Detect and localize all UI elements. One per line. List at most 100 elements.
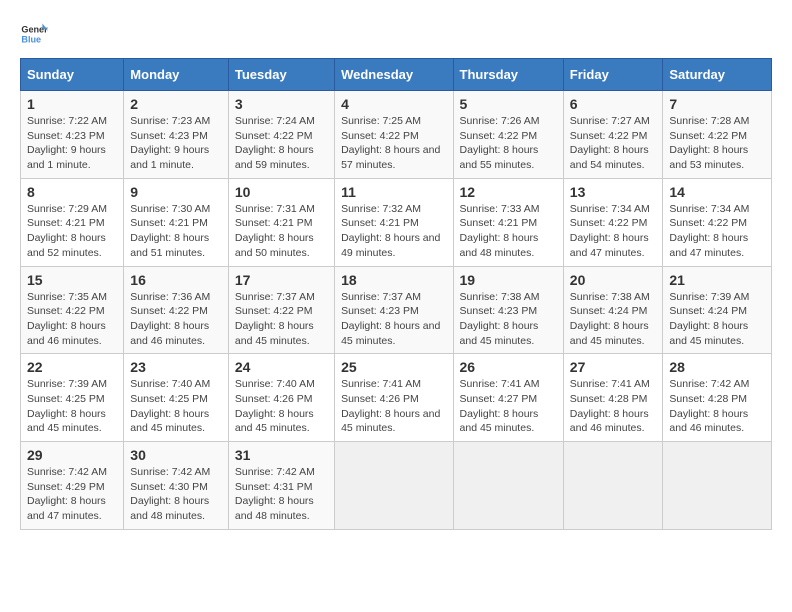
calendar-cell: 25Sunrise: 7:41 AMSunset: 4:26 PMDayligh… <box>335 354 453 442</box>
svg-text:Blue: Blue <box>21 34 41 44</box>
day-number: 28 <box>669 359 765 375</box>
day-number: 15 <box>27 272 117 288</box>
calendar-cell <box>335 442 453 530</box>
day-number: 21 <box>669 272 765 288</box>
day-info: Sunrise: 7:42 AMSunset: 4:28 PMDaylight:… <box>669 377 765 436</box>
calendar-row: 29 Sunrise: 7:42 AMSunset: 4:29 PMDayligh… <box>21 442 772 530</box>
calendar-cell: 11 Sunrise: 7:32 AMSunset: 4:21 PMDayligh… <box>335 178 453 266</box>
calendar-cell: 17 Sunrise: 7:37 AMSunset: 4:22 PMDayligh… <box>228 266 334 354</box>
day-number: 2 <box>130 96 222 112</box>
day-number: 19 <box>460 272 557 288</box>
day-info: Sunrise: 7:25 AMSunset: 4:22 PMDaylight:… <box>341 114 446 173</box>
day-info: Sunrise: 7:24 AMSunset: 4:22 PMDaylight:… <box>235 114 328 173</box>
calendar-cell: 29 Sunrise: 7:42 AMSunset: 4:29 PMDayligh… <box>21 442 124 530</box>
day-number: 9 <box>130 184 222 200</box>
day-info: Sunrise: 7:33 AMSunset: 4:21 PMDaylight:… <box>460 202 557 261</box>
header-saturday: Saturday <box>663 59 772 91</box>
calendar-cell: 19 Sunrise: 7:38 AMSunset: 4:23 PMDayligh… <box>453 266 563 354</box>
calendar-cell: 5Sunrise: 7:26 AMSunset: 4:22 PMDaylight… <box>453 91 563 179</box>
calendar-cell: 20 Sunrise: 7:38 AMSunset: 4:24 PMDayligh… <box>563 266 663 354</box>
day-number: 17 <box>235 272 328 288</box>
calendar-cell: 12 Sunrise: 7:33 AMSunset: 4:21 PMDayligh… <box>453 178 563 266</box>
day-number: 12 <box>460 184 557 200</box>
day-info: Sunrise: 7:26 AMSunset: 4:22 PMDaylight:… <box>460 114 557 173</box>
calendar-cell <box>563 442 663 530</box>
calendar-header-row: SundayMondayTuesdayWednesdayThursdayFrid… <box>21 59 772 91</box>
logo: General Blue <box>20 20 48 48</box>
calendar-row: 22 Sunrise: 7:39 AMSunset: 4:25 PMDayligh… <box>21 354 772 442</box>
day-info: Sunrise: 7:42 AMSunset: 4:30 PMDaylight:… <box>130 465 222 524</box>
calendar-cell: 9Sunrise: 7:30 AMSunset: 4:21 PMDaylight… <box>124 178 229 266</box>
calendar-cell: 24 Sunrise: 7:40 AMSunset: 4:26 PMDayligh… <box>228 354 334 442</box>
day-number: 23 <box>130 359 222 375</box>
day-info: Sunrise: 7:27 AMSunset: 4:22 PMDaylight:… <box>570 114 657 173</box>
day-number: 8 <box>27 184 117 200</box>
day-number: 7 <box>669 96 765 112</box>
calendar-cell: 30 Sunrise: 7:42 AMSunset: 4:30 PMDayligh… <box>124 442 229 530</box>
calendar-cell: 3Sunrise: 7:24 AMSunset: 4:22 PMDaylight… <box>228 91 334 179</box>
calendar-cell: 7 Sunrise: 7:28 AMSunset: 4:22 PMDaylight… <box>663 91 772 179</box>
calendar-cell: 8 Sunrise: 7:29 AMSunset: 4:21 PMDaylight… <box>21 178 124 266</box>
day-info: Sunrise: 7:38 AMSunset: 4:23 PMDaylight:… <box>460 290 557 349</box>
day-info: Sunrise: 7:40 AMSunset: 4:26 PMDaylight:… <box>235 377 328 436</box>
header-wednesday: Wednesday <box>335 59 453 91</box>
day-info: Sunrise: 7:42 AMSunset: 4:29 PMDaylight:… <box>27 465 117 524</box>
day-info: Sunrise: 7:34 AMSunset: 4:22 PMDaylight:… <box>570 202 657 261</box>
day-info: Sunrise: 7:35 AMSunset: 4:22 PMDaylight:… <box>27 290 117 349</box>
logo-icon: General Blue <box>20 20 48 48</box>
calendar-row: 1Sunrise: 7:22 AMSunset: 4:23 PMDaylight… <box>21 91 772 179</box>
day-info: Sunrise: 7:42 AMSunset: 4:31 PMDaylight:… <box>235 465 328 524</box>
day-number: 16 <box>130 272 222 288</box>
calendar-table: SundayMondayTuesdayWednesdayThursdayFrid… <box>20 58 772 530</box>
calendar-cell: 18Sunrise: 7:37 AMSunset: 4:23 PMDayligh… <box>335 266 453 354</box>
calendar-cell: 15 Sunrise: 7:35 AMSunset: 4:22 PMDayligh… <box>21 266 124 354</box>
day-info: Sunrise: 7:23 AMSunset: 4:23 PMDaylight:… <box>130 114 222 173</box>
calendar-cell: 6Sunrise: 7:27 AMSunset: 4:22 PMDaylight… <box>563 91 663 179</box>
day-number: 24 <box>235 359 328 375</box>
calendar-cell: 10Sunrise: 7:31 AMSunset: 4:21 PMDayligh… <box>228 178 334 266</box>
day-number: 29 <box>27 447 117 463</box>
header-thursday: Thursday <box>453 59 563 91</box>
calendar-row: 15 Sunrise: 7:35 AMSunset: 4:22 PMDayligh… <box>21 266 772 354</box>
day-number: 31 <box>235 447 328 463</box>
calendar-cell <box>453 442 563 530</box>
day-info: Sunrise: 7:40 AMSunset: 4:25 PMDaylight:… <box>130 377 222 436</box>
calendar-cell: 28 Sunrise: 7:42 AMSunset: 4:28 PMDayligh… <box>663 354 772 442</box>
day-info: Sunrise: 7:29 AMSunset: 4:21 PMDaylight:… <box>27 202 117 261</box>
day-number: 27 <box>570 359 657 375</box>
header-friday: Friday <box>563 59 663 91</box>
day-number: 10 <box>235 184 328 200</box>
day-info: Sunrise: 7:41 AMSunset: 4:26 PMDaylight:… <box>341 377 446 436</box>
calendar-cell: 21 Sunrise: 7:39 AMSunset: 4:24 PMDayligh… <box>663 266 772 354</box>
day-number: 22 <box>27 359 117 375</box>
page-header: General Blue <box>20 20 772 48</box>
calendar-cell: 1Sunrise: 7:22 AMSunset: 4:23 PMDaylight… <box>21 91 124 179</box>
day-info: Sunrise: 7:39 AMSunset: 4:25 PMDaylight:… <box>27 377 117 436</box>
calendar-row: 8 Sunrise: 7:29 AMSunset: 4:21 PMDaylight… <box>21 178 772 266</box>
calendar-cell: 27 Sunrise: 7:41 AMSunset: 4:28 PMDayligh… <box>563 354 663 442</box>
day-info: Sunrise: 7:38 AMSunset: 4:24 PMDaylight:… <box>570 290 657 349</box>
calendar-cell: 2 Sunrise: 7:23 AMSunset: 4:23 PMDaylight… <box>124 91 229 179</box>
day-number: 20 <box>570 272 657 288</box>
day-number: 14 <box>669 184 765 200</box>
header-sunday: Sunday <box>21 59 124 91</box>
calendar-cell: 13 Sunrise: 7:34 AMSunset: 4:22 PMDayligh… <box>563 178 663 266</box>
day-number: 30 <box>130 447 222 463</box>
calendar-cell: 22 Sunrise: 7:39 AMSunset: 4:25 PMDayligh… <box>21 354 124 442</box>
day-info: Sunrise: 7:37 AMSunset: 4:22 PMDaylight:… <box>235 290 328 349</box>
calendar-cell: 26 Sunrise: 7:41 AMSunset: 4:27 PMDayligh… <box>453 354 563 442</box>
day-info: Sunrise: 7:34 AMSunset: 4:22 PMDaylight:… <box>669 202 765 261</box>
header-monday: Monday <box>124 59 229 91</box>
day-info: Sunrise: 7:41 AMSunset: 4:28 PMDaylight:… <box>570 377 657 436</box>
day-info: Sunrise: 7:41 AMSunset: 4:27 PMDaylight:… <box>460 377 557 436</box>
day-number: 11 <box>341 184 446 200</box>
day-info: Sunrise: 7:39 AMSunset: 4:24 PMDaylight:… <box>669 290 765 349</box>
day-info: Sunrise: 7:32 AMSunset: 4:21 PMDaylight:… <box>341 202 446 261</box>
header-tuesday: Tuesday <box>228 59 334 91</box>
calendar-cell: 14 Sunrise: 7:34 AMSunset: 4:22 PMDayligh… <box>663 178 772 266</box>
day-number: 26 <box>460 359 557 375</box>
day-number: 13 <box>570 184 657 200</box>
calendar-cell <box>663 442 772 530</box>
day-info: Sunrise: 7:37 AMSunset: 4:23 PMDaylight:… <box>341 290 446 349</box>
day-info: Sunrise: 7:28 AMSunset: 4:22 PMDaylight:… <box>669 114 765 173</box>
